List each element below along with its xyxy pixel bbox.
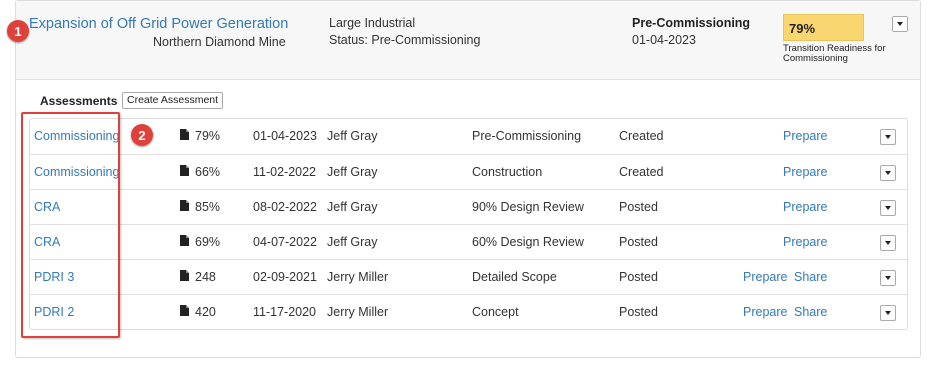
caret-down-icon — [885, 135, 891, 139]
project-menu-button[interactable] — [892, 16, 908, 32]
project-title-link[interactable]: Expansion of Off Grid Power Generation — [29, 16, 288, 32]
project-card: Expansion of Off Grid Power Generation N… — [15, 0, 921, 358]
annotation-marker-1: 1 — [7, 20, 29, 42]
prepare-link[interactable]: Prepare — [783, 235, 827, 249]
assessment-date: 11-17-2020 — [253, 305, 317, 319]
assessment-phase: Construction — [472, 165, 543, 179]
create-assessment-button[interactable]: Create Assessment — [122, 92, 224, 109]
project-phase: Pre-Commissioning — [632, 16, 751, 30]
assessment-status: Posted — [619, 235, 658, 249]
assessment-phase: Concept — [472, 305, 519, 319]
document-icon — [180, 235, 189, 246]
assessment-user: Jerry Miller — [327, 305, 389, 319]
annotation-highlight-box — [21, 112, 120, 338]
table-row: CRA 85% 08-02-2022 Jeff Gray 90% Design Revi… — [30, 189, 907, 224]
project-header: Expansion of Off Grid Power Generation N… — [16, 1, 920, 80]
caret-down-icon — [885, 311, 891, 315]
table-row: PDRI 3 248 02-09-2021 Jerry Miller Detailed … — [30, 259, 907, 294]
readiness-percent: 79% — [789, 21, 816, 36]
share-link[interactable]: Share — [794, 270, 827, 284]
assessments-heading: Assessments — [40, 94, 118, 108]
assessment-status: Created — [619, 129, 664, 143]
prepare-link[interactable]: Prepare — [743, 305, 787, 319]
assessment-user: Jeff Gray — [327, 165, 378, 179]
project-type: Large Industrial — [329, 16, 416, 30]
prepare-link[interactable]: Prepare — [783, 200, 827, 214]
project-subtitle: Northern Diamond Mine — [153, 35, 286, 49]
assessment-status: Created — [619, 165, 664, 179]
assessment-user: Jeff Gray — [327, 200, 378, 214]
assessment-user: Jeff Gray — [327, 129, 378, 143]
table-row: PDRI 2 420 11-17-2020 Jerry Miller Concept Po… — [30, 294, 907, 329]
assessment-score: 69% — [195, 235, 221, 249]
assessment-date: 02-09-2021 — [253, 270, 317, 284]
assessment-score: 248 — [195, 270, 216, 284]
annotation-marker-2: 2 — [131, 124, 153, 146]
assessment-date: 04-07-2022 — [253, 235, 317, 249]
caret-down-icon — [885, 276, 891, 280]
document-icon — [180, 305, 189, 316]
project-date: 01-04-2023 — [632, 33, 696, 47]
caret-down-icon — [885, 206, 891, 210]
document-icon — [180, 200, 189, 211]
assessment-phase: 90% Design Review — [472, 200, 584, 214]
assessment-user: Jerry Miller — [327, 270, 389, 284]
assessment-score: 66% — [195, 165, 221, 179]
assessment-phase: Detailed Scope — [472, 270, 557, 284]
caret-down-icon — [885, 171, 891, 175]
prepare-link[interactable]: Prepare — [783, 165, 827, 179]
assessment-score: 79% — [195, 129, 221, 143]
row-menu-button[interactable] — [880, 305, 896, 321]
table-row: Commissioning 66% 11-02-2022 Jeff Gray Const… — [30, 154, 907, 189]
assessment-score: 85% — [195, 200, 221, 214]
assessment-user: Jeff Gray — [327, 235, 378, 249]
project-status: Status: Pre-Commissioning — [329, 33, 481, 47]
readiness-badge: 79% — [783, 14, 864, 41]
share-link[interactable]: Share — [794, 305, 827, 319]
row-menu-button[interactable] — [880, 129, 896, 145]
assessment-status: Posted — [619, 200, 658, 214]
prepare-link[interactable]: Prepare — [743, 270, 787, 284]
assessment-date: 01-04-2023 — [253, 129, 317, 143]
row-menu-button[interactable] — [880, 200, 896, 216]
prepare-link[interactable]: Prepare — [783, 129, 827, 143]
document-icon — [180, 270, 189, 281]
assessments-table: Commissioning 79% 01-04-2023 Jeff Gray Pre-C… — [29, 118, 908, 330]
assessment-status: Posted — [619, 305, 658, 319]
document-icon — [180, 129, 189, 140]
caret-down-icon — [885, 241, 891, 245]
assessment-status: Posted — [619, 270, 658, 284]
table-row: CRA 69% 04-07-2022 Jeff Gray 60% Design Revi… — [30, 224, 907, 259]
assessment-date: 11-02-2022 — [253, 165, 317, 179]
assessment-date: 08-02-2022 — [253, 200, 317, 214]
assessment-phase: 60% Design Review — [472, 235, 584, 249]
row-menu-button[interactable] — [880, 270, 896, 286]
readiness-label: Transition Readiness for Commissioning — [783, 43, 886, 64]
row-menu-button[interactable] — [880, 235, 896, 251]
row-menu-button[interactable] — [880, 165, 896, 181]
assessment-phase: Pre-Commissioning — [472, 129, 582, 143]
table-row: Commissioning 79% 01-04-2023 Jeff Gray Pre-C… — [30, 119, 907, 154]
assessment-score: 420 — [195, 305, 216, 319]
caret-down-icon — [897, 22, 903, 26]
document-icon — [180, 165, 189, 176]
